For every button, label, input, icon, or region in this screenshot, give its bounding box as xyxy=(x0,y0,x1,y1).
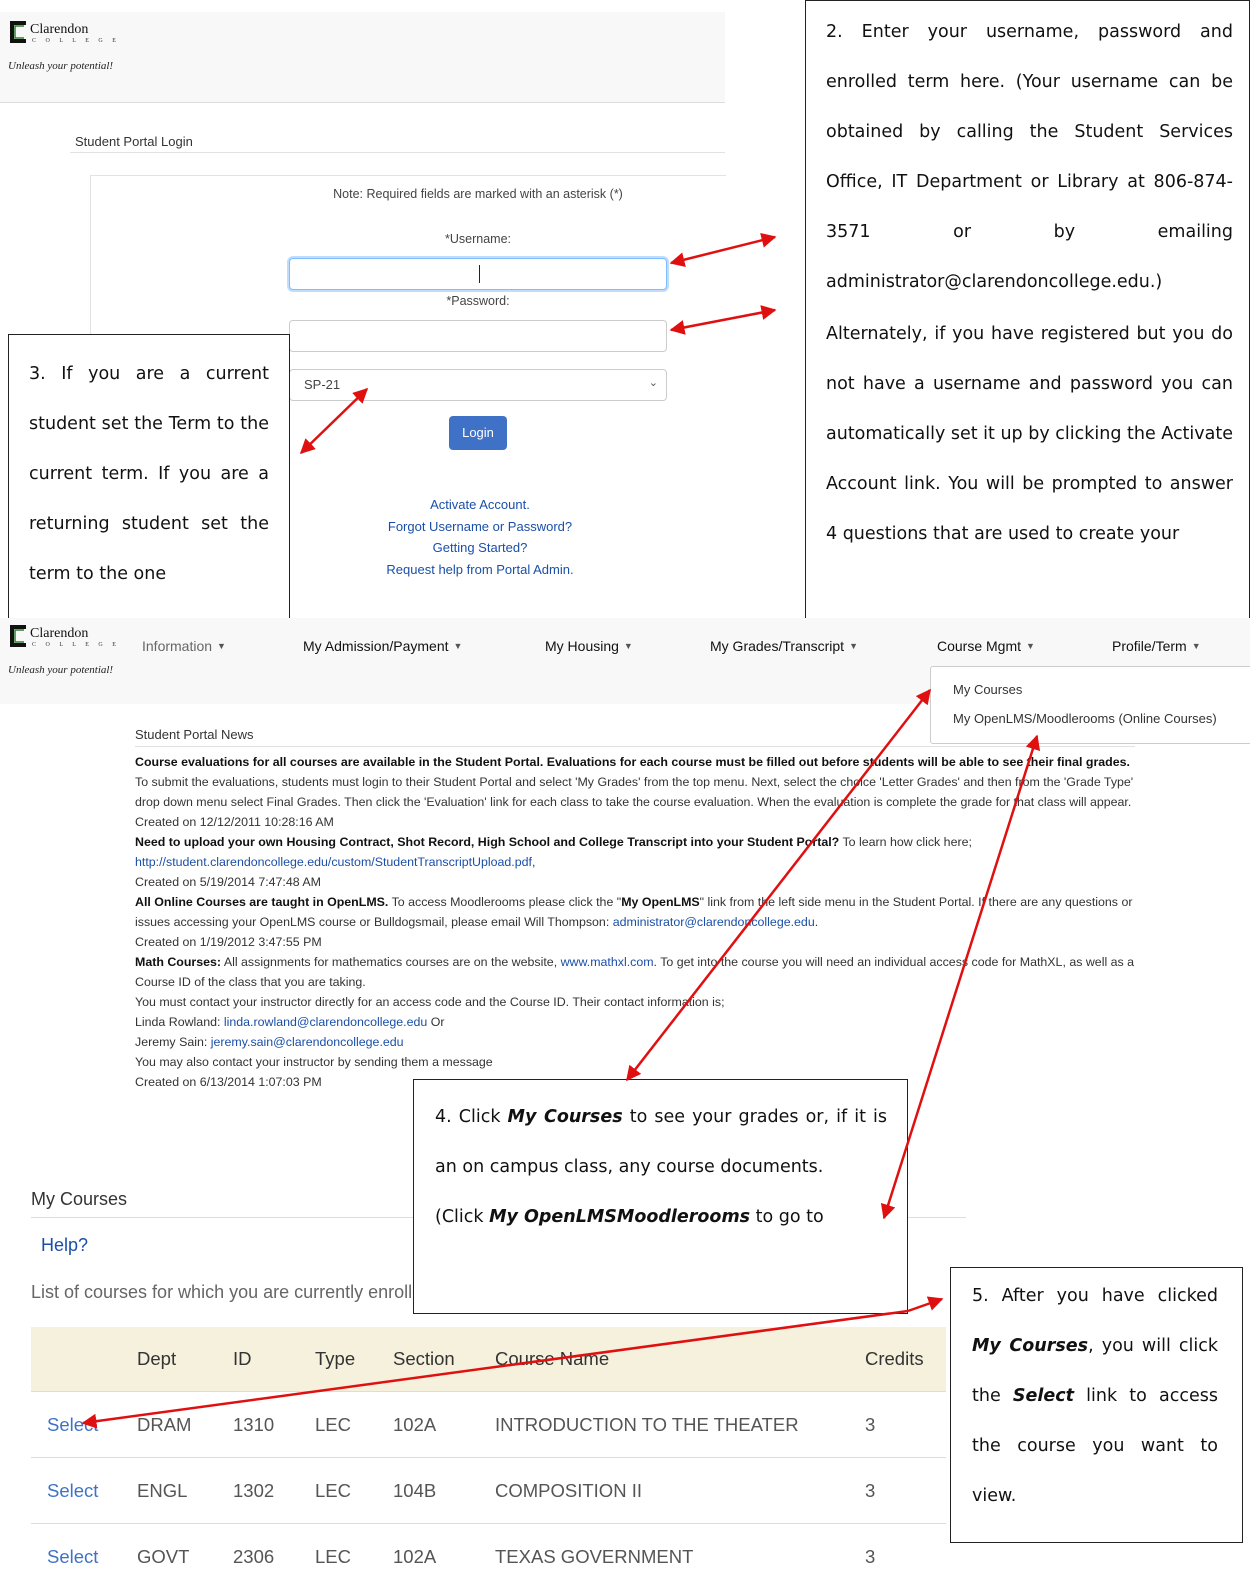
arrow-username xyxy=(671,237,775,263)
arrow-password xyxy=(671,310,775,330)
arrow-my-openlms xyxy=(884,736,1037,1218)
arrow-select xyxy=(83,1311,908,1423)
annotation-arrows xyxy=(0,0,1250,1564)
arrow-my-courses xyxy=(627,690,930,1080)
arrow-callout-5 xyxy=(908,1299,942,1311)
arrow-term xyxy=(301,389,367,453)
